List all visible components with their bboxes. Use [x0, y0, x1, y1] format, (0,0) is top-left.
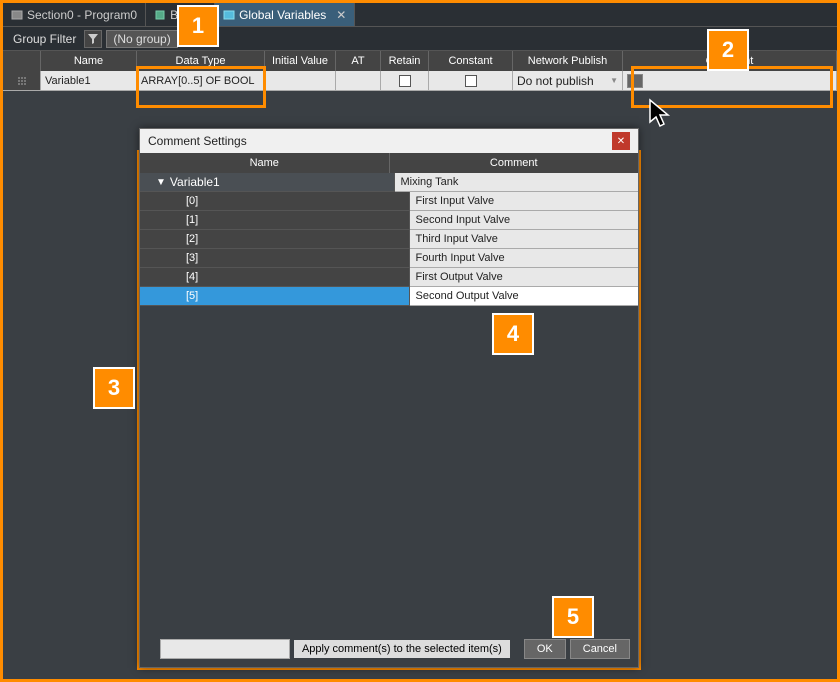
dialog-title-text: Comment Settings — [148, 134, 247, 148]
item-comment[interactable]: Fourth Input Valve — [410, 249, 639, 268]
filter-icon-button[interactable] — [84, 30, 102, 48]
expand-triangle-icon[interactable]: ▼ — [156, 177, 166, 188]
block-icon — [154, 9, 166, 21]
row-handle[interactable] — [3, 71, 41, 90]
funnel-icon — [88, 34, 98, 44]
checkbox-icon[interactable] — [465, 75, 477, 87]
dialog-close-button[interactable]: ✕ — [612, 132, 630, 150]
comment-settings-dialog: Comment Settings ✕ Name Comment ▼ Variabl… — [139, 128, 639, 668]
filter-group-dropdown[interactable]: (No group) — [106, 30, 177, 48]
cell-network-publish[interactable]: Do not publish ▼ — [513, 71, 623, 90]
cell-constant[interactable] — [429, 71, 513, 90]
dialog-item-row-selected[interactable]: [5] Second Output Valve — [140, 287, 638, 306]
dialog-item-row[interactable]: [1] Second Input Valve — [140, 211, 638, 230]
header-name[interactable]: Name — [41, 51, 137, 71]
item-comment[interactable]: Third Input Valve — [410, 230, 639, 249]
ok-button[interactable]: OK — [524, 639, 566, 659]
drag-icon — [16, 75, 28, 87]
cell-initial-value[interactable] — [265, 71, 336, 90]
header-handle — [3, 51, 41, 71]
dialog-item-row[interactable]: [0] First Input Valve — [140, 192, 638, 211]
chevron-down-icon: ▼ — [610, 76, 618, 85]
dialog-item-row[interactable]: [2] Third Input Valve — [140, 230, 638, 249]
cell-comment[interactable] — [623, 71, 837, 90]
tab-bar: Section0 - Program0 Block0 Global Variab… — [3, 3, 837, 27]
cell-name[interactable]: Variable1 — [41, 71, 137, 90]
dialog-header-name[interactable]: Name — [140, 153, 390, 173]
variables-icon — [223, 9, 235, 21]
item-index: [3] — [140, 249, 410, 268]
item-index: [5] — [140, 287, 410, 306]
header-datatype[interactable]: Data Type — [137, 51, 265, 71]
cell-retain[interactable] — [381, 71, 429, 90]
footer-input[interactable] — [160, 639, 290, 659]
close-icon[interactable]: ✕ — [336, 8, 346, 22]
item-index: [0] — [140, 192, 410, 211]
tab-section0[interactable]: Section0 - Program0 — [3, 3, 146, 26]
dialog-footer: Apply comment(s) to the selected item(s)… — [160, 639, 630, 659]
dialog-item-row[interactable]: [3] Fourth Input Valve — [140, 249, 638, 268]
item-index: [4] — [140, 268, 410, 287]
item-comment[interactable]: First Output Valve — [410, 268, 639, 287]
netpub-value: Do not publish — [517, 74, 594, 88]
item-comment[interactable]: Second Input Valve — [410, 211, 639, 230]
tab-global-variables[interactable]: Global Variables ✕ — [215, 3, 355, 26]
root-name: Variable1 — [170, 175, 220, 189]
item-comment[interactable]: Second Output Valve — [410, 287, 639, 306]
tab-label: Section0 - Program0 — [27, 8, 137, 22]
header-initial-value[interactable]: Initial Value — [265, 51, 336, 71]
dialog-header-comment[interactable]: Comment — [390, 153, 639, 173]
callout-3: 3 — [93, 367, 135, 409]
header-network-publish[interactable]: Network Publish — [513, 51, 623, 71]
root-comment[interactable]: Mixing Tank — [395, 173, 639, 192]
dialog-header-row: Name Comment — [140, 153, 638, 173]
dialog-body: ▼ Variable1 Mixing Tank [0] First Input V… — [140, 173, 638, 621]
callout-4: 4 — [492, 313, 534, 355]
filter-label: Group Filter — [9, 32, 80, 46]
item-comment[interactable]: First Input Valve — [410, 192, 639, 211]
item-index: [1] — [140, 211, 410, 230]
section-icon — [11, 9, 23, 21]
header-constant[interactable]: Constant — [429, 51, 513, 71]
item-index: [2] — [140, 230, 410, 249]
callout-2: 2 — [707, 29, 749, 71]
apply-comment-button[interactable]: Apply comment(s) to the selected item(s) — [294, 640, 510, 658]
dialog-item-row[interactable]: [4] First Output Valve — [140, 268, 638, 287]
cursor-icon — [648, 98, 674, 130]
comment-edit-button[interactable] — [627, 74, 643, 88]
dialog-root-row[interactable]: ▼ Variable1 Mixing Tank — [140, 173, 638, 192]
callout-1: 1 — [177, 5, 219, 47]
cancel-button[interactable]: Cancel — [570, 639, 630, 659]
callout-5: 5 — [552, 596, 594, 638]
header-retain[interactable]: Retain — [381, 51, 429, 71]
checkbox-icon[interactable] — [399, 75, 411, 87]
header-at[interactable]: AT — [336, 51, 381, 71]
filter-value: (No group) — [113, 32, 170, 46]
cell-at[interactable] — [336, 71, 381, 90]
variable-row[interactable]: Variable1 ARRAY[0..5] OF BOOL Do not pub… — [3, 71, 837, 91]
tab-label: Global Variables — [239, 8, 326, 22]
cell-datatype[interactable]: ARRAY[0..5] OF BOOL — [137, 71, 265, 90]
dialog-titlebar[interactable]: Comment Settings ✕ — [140, 129, 638, 153]
